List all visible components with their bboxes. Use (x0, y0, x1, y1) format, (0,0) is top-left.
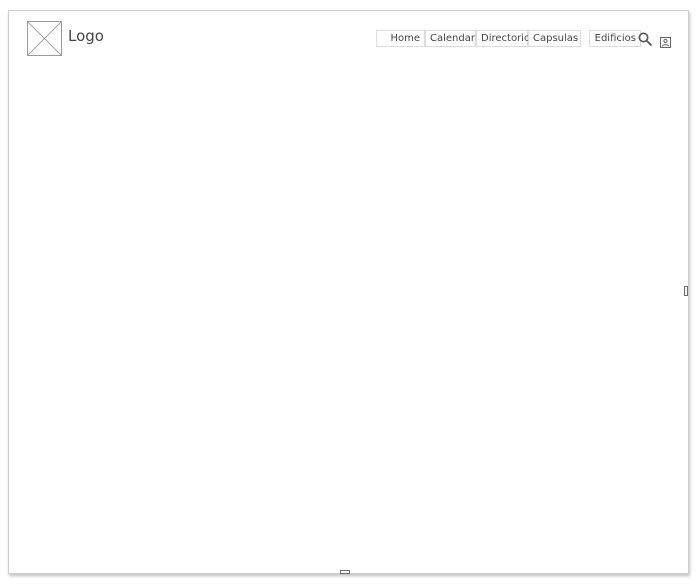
logo-image-placeholder (27, 21, 62, 56)
nav-home-link[interactable]: Home (376, 30, 425, 47)
bottom-resize-handle[interactable] (340, 570, 350, 574)
page-frame: Logo Home Calendario Directorio Capsulas… (8, 10, 689, 574)
main-nav: Home Calendario Directorio Capsulas Edif… (376, 30, 641, 47)
user-icon-graphic (660, 37, 671, 48)
nav-directorio-link[interactable]: Directorio (476, 30, 530, 47)
nav-calendario-link[interactable]: Calendario (425, 30, 484, 47)
nav-edificios-link[interactable]: Edificios (589, 30, 641, 47)
user-icon[interactable] (660, 33, 671, 48)
nav-spacer (581, 30, 589, 47)
logo-text: Logo (68, 27, 104, 45)
image-placeholder-icon (28, 22, 61, 55)
search-icon[interactable] (637, 31, 653, 47)
nav-capsulas-link[interactable]: Capsulas (528, 30, 581, 47)
search-icon-graphic (638, 32, 652, 46)
right-resize-handle[interactable] (684, 286, 688, 296)
canvas: Logo Home Calendario Directorio Capsulas… (0, 0, 698, 584)
